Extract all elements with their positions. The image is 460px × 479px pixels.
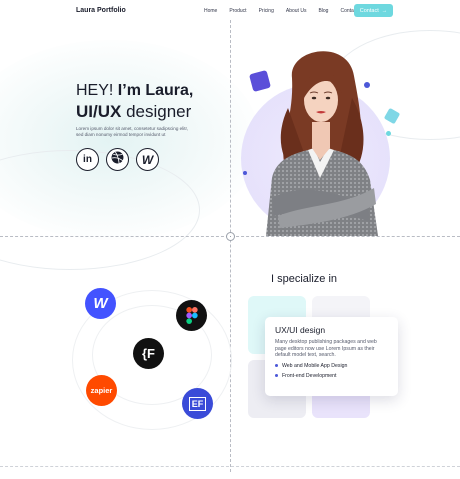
service-card[interactable]: UX/UI design Many desktop publishing pac… xyxy=(265,317,398,396)
zapier-app-icon: zapier xyxy=(90,386,113,395)
nav-product[interactable]: Product xyxy=(229,8,246,14)
hero-hey: HEY! xyxy=(76,82,114,99)
site-logo[interactable]: Laura Portfolio xyxy=(76,7,126,14)
crosshair-icon xyxy=(226,232,235,241)
bullet-dot-icon xyxy=(275,364,278,368)
hero-greeting: HEY! I’m Laura, xyxy=(76,82,193,100)
webflow-app-badge: W xyxy=(85,288,116,319)
elementor-app-icon: EF xyxy=(188,396,207,411)
linkedin-button[interactable]: in xyxy=(76,148,99,171)
hero-description: Lorem ipsum dolor sit amet, consetetur s… xyxy=(76,126,189,138)
hero-role-bold: UI/UX xyxy=(76,102,122,121)
vertical-guide xyxy=(230,20,231,472)
hero-name: I’m Laura, xyxy=(117,82,194,99)
portrait-photo xyxy=(266,51,378,236)
arrow-right-icon: → xyxy=(381,7,388,14)
webflow-app-icon: W xyxy=(93,295,108,312)
dribbble-icon xyxy=(111,151,124,169)
hero-role: UI/UX designer xyxy=(76,102,191,122)
linkedin-icon: in xyxy=(83,154,92,165)
elementor-app-badge: EF xyxy=(182,388,213,419)
nav-about[interactable]: About Us xyxy=(286,8,307,14)
hero-role-rest: designer xyxy=(126,102,192,121)
main-nav: Home Product Pricing About Us Blog Conta… xyxy=(204,8,358,14)
nav-blog[interactable]: Blog xyxy=(318,8,328,14)
bottom-guide xyxy=(0,466,460,467)
nav-home[interactable]: Home xyxy=(204,8,217,14)
contact-button-label: Contact xyxy=(359,7,379,14)
webflow-button[interactable]: W xyxy=(136,148,159,171)
nav-pricing[interactable]: Pricing xyxy=(259,8,274,14)
zapier-app-badge: zapier xyxy=(86,375,117,406)
framer-app-badge: {F xyxy=(133,338,164,369)
card-bullet: Front-end Development xyxy=(275,373,388,379)
figma-app-badge xyxy=(176,300,207,331)
decor-dot xyxy=(243,171,247,175)
bullet-dot-icon xyxy=(275,374,278,378)
card-bullet: Web and Mobile App Design xyxy=(275,363,388,369)
card-description: Many desktop publishing packages and web… xyxy=(275,339,377,359)
specialize-title: I specialize in xyxy=(271,273,338,285)
contact-button[interactable]: Contact → xyxy=(354,4,393,17)
webflow-icon: W xyxy=(141,152,154,167)
bullet-text: Web and Mobile App Design xyxy=(282,362,348,369)
card-title: UX/UI design xyxy=(275,325,326,335)
decor-dot xyxy=(386,131,391,136)
portfolio-page: Laura Portfolio Home Product Pricing Abo… xyxy=(0,0,460,479)
framer-app-icon: {F xyxy=(142,346,155,361)
dribbble-button[interactable] xyxy=(106,148,129,171)
bullet-text: Front-end Development xyxy=(282,372,337,379)
figma-app-icon xyxy=(185,307,198,324)
